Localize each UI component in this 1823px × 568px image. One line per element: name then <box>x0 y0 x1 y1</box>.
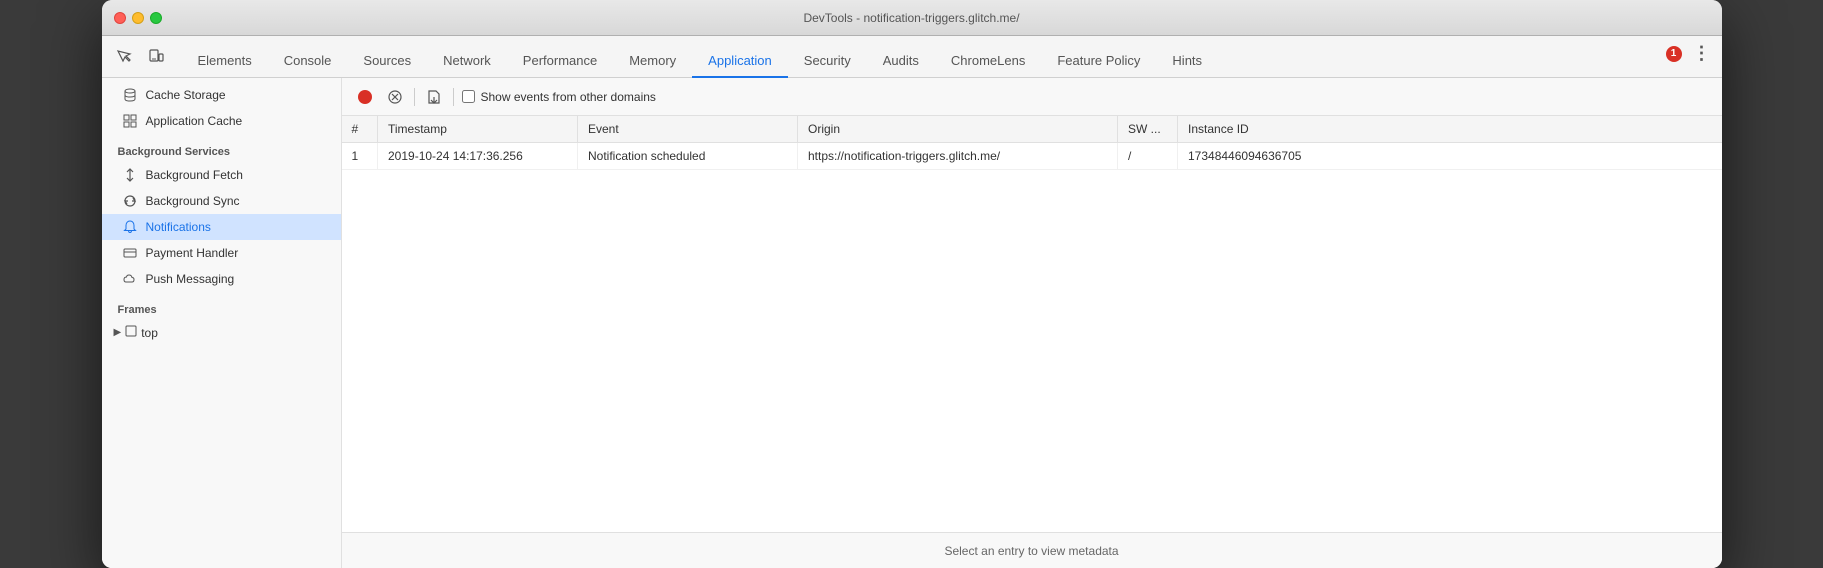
clear-icon <box>387 89 403 105</box>
maximize-button[interactable] <box>150 12 162 24</box>
device-toggle-button[interactable] <box>142 43 170 71</box>
sidebar-item-frames-top[interactable]: ▶ top <box>102 320 341 345</box>
toolbar: Elements Console Sources Network Perform… <box>102 36 1722 78</box>
title-bar: DevTools - notification-triggers.glitch.… <box>102 0 1722 36</box>
show-events-checkbox[interactable] <box>462 90 475 103</box>
col-header-instance-id: Instance ID <box>1178 116 1722 143</box>
push-messaging-icon <box>122 271 138 287</box>
table-body: 1 2019-10-24 14:17:36.256 Notification s… <box>342 143 1722 170</box>
tab-sources[interactable]: Sources <box>347 47 427 78</box>
sidebar-item-cache-storage[interactable]: Cache Storage <box>102 82 341 108</box>
sync-icon <box>123 194 137 208</box>
background-fetch-icon <box>122 167 138 183</box>
sidebar-item-background-sync[interactable]: Background Sync <box>102 188 341 214</box>
payment-handler-icon <box>122 245 138 261</box>
application-cache-icon <box>122 113 138 129</box>
tab-hints[interactable]: Hints <box>1156 47 1218 78</box>
background-sync-icon <box>122 193 138 209</box>
sidebar-label-application-cache: Application Cache <box>146 114 243 128</box>
cloud-icon <box>123 272 137 286</box>
sidebar-label-cache-storage: Cache Storage <box>146 88 226 102</box>
sidebar-item-background-fetch[interactable]: Background Fetch <box>102 162 341 188</box>
notifications-table-container[interactable]: # Timestamp Event Origin SW ... Instance… <box>342 116 1722 532</box>
cell-event: Notification scheduled <box>578 143 798 170</box>
content-area: Show events from other domains # Timesta… <box>342 78 1722 568</box>
window-icon <box>125 325 137 337</box>
record-button[interactable] <box>354 86 376 108</box>
sidebar-item-payment-handler[interactable]: Payment Handler <box>102 240 341 266</box>
arrows-updown-icon <box>123 168 137 182</box>
device-icon <box>148 49 164 65</box>
table-header: # Timestamp Event Origin SW ... Instance… <box>342 116 1722 143</box>
frames-label: Frames <box>102 292 341 320</box>
minimize-button[interactable] <box>132 12 144 24</box>
action-bar: Show events from other domains <box>342 78 1722 116</box>
col-header-timestamp: Timestamp <box>378 116 578 143</box>
action-divider <box>414 88 415 106</box>
close-button[interactable] <box>114 12 126 24</box>
inspect-icon <box>116 49 132 65</box>
sidebar-item-application-cache[interactable]: Application Cache <box>102 108 341 134</box>
devtools-window: DevTools - notification-triggers.glitch.… <box>102 0 1722 568</box>
cell-instance-id: 17348446094636705 <box>1178 143 1722 170</box>
tab-memory[interactable]: Memory <box>613 47 692 78</box>
cache-storage-icon <box>122 87 138 103</box>
col-header-event: Event <box>578 116 798 143</box>
tab-chromelens[interactable]: ChromeLens <box>935 47 1041 78</box>
bell-icon <box>123 220 137 234</box>
col-header-sw: SW ... <box>1118 116 1178 143</box>
col-header-num: # <box>342 116 378 143</box>
action-divider-2 <box>453 88 454 106</box>
tab-application[interactable]: Application <box>692 47 788 78</box>
sidebar-label-frames-top: top <box>141 326 158 340</box>
tab-feature-policy[interactable]: Feature Policy <box>1041 47 1156 78</box>
card-icon <box>123 246 137 260</box>
cell-timestamp: 2019-10-24 14:17:36.256 <box>378 143 578 170</box>
clear-button[interactable] <box>384 86 406 108</box>
record-dot-icon <box>358 90 372 104</box>
frames-arrow-icon: ▶ <box>114 327 122 338</box>
show-events-label[interactable]: Show events from other domains <box>462 90 656 104</box>
nav-tabs: Elements Console Sources Network Perform… <box>174 38 1662 76</box>
show-events-text: Show events from other domains <box>481 90 656 104</box>
inspect-button[interactable] <box>110 43 138 71</box>
cell-sw: / <box>1118 143 1178 170</box>
tab-security[interactable]: Security <box>788 47 867 78</box>
sidebar-label-payment-handler: Payment Handler <box>146 246 239 260</box>
frame-icon <box>125 325 137 340</box>
cell-num: 1 <box>342 143 378 170</box>
error-count: 1 <box>1666 46 1682 62</box>
tab-audits[interactable]: Audits <box>867 47 935 78</box>
grid-icon <box>123 114 137 128</box>
save-button[interactable] <box>423 86 445 108</box>
error-badge: 1 <box>1666 46 1682 62</box>
table-row[interactable]: 1 2019-10-24 14:17:36.256 Notification s… <box>342 143 1722 170</box>
save-icon <box>426 89 442 105</box>
sidebar-label-push-messaging: Push Messaging <box>146 272 235 286</box>
sidebar-label-background-fetch: Background Fetch <box>146 168 243 182</box>
nav-right: 1 ⋮ <box>1666 42 1714 72</box>
tab-performance[interactable]: Performance <box>507 47 613 78</box>
cell-origin: https://notification-triggers.glitch.me/ <box>798 143 1118 170</box>
more-menu-button[interactable]: ⋮ <box>1690 42 1714 66</box>
tab-elements[interactable]: Elements <box>182 47 268 78</box>
sidebar-label-background-sync: Background Sync <box>146 194 240 208</box>
sidebar-item-notifications[interactable]: Notifications <box>102 214 341 240</box>
status-bar: Select an entry to view metadata <box>342 532 1722 568</box>
notifications-table: # Timestamp Event Origin SW ... Instance… <box>342 116 1722 170</box>
traffic-lights <box>114 12 162 24</box>
sidebar: Cache Storage Application Cache Backgrou… <box>102 78 342 568</box>
col-header-origin: Origin <box>798 116 1118 143</box>
notifications-icon <box>122 219 138 235</box>
tab-network[interactable]: Network <box>427 47 507 78</box>
window-title: DevTools - notification-triggers.glitch.… <box>803 11 1019 25</box>
tab-console[interactable]: Console <box>268 47 348 78</box>
table-header-row: # Timestamp Event Origin SW ... Instance… <box>342 116 1722 143</box>
background-services-label: Background Services <box>102 134 341 162</box>
status-message: Select an entry to view metadata <box>944 544 1118 558</box>
database-icon <box>123 88 137 102</box>
main-layout: Cache Storage Application Cache Backgrou… <box>102 78 1722 568</box>
sidebar-item-push-messaging[interactable]: Push Messaging <box>102 266 341 292</box>
sidebar-label-notifications: Notifications <box>146 220 211 234</box>
